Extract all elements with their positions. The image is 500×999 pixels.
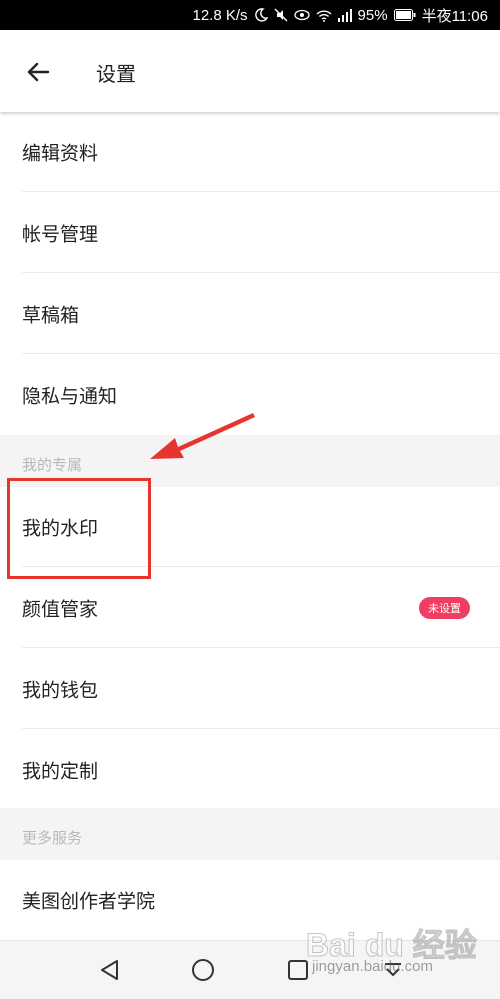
row-label: 编辑资料 bbox=[22, 142, 99, 165]
clock: 半夜11:06 bbox=[421, 7, 488, 25]
home-circle-icon[interactable] bbox=[188, 955, 218, 985]
network-speed: 12.8 K/s bbox=[192, 6, 248, 24]
status-badge: 未设置 bbox=[419, 597, 470, 619]
mute-icon bbox=[274, 8, 288, 22]
row-label: 颜值管家 bbox=[22, 598, 99, 621]
signal-icon bbox=[337, 8, 352, 22]
wifi-icon bbox=[316, 9, 332, 22]
battery-icon bbox=[393, 9, 416, 21]
divider bbox=[22, 647, 500, 648]
section-header-more-services: 更多服务 bbox=[0, 808, 500, 860]
row-my-watermark[interactable]: 我的水印 bbox=[0, 487, 500, 567]
divider bbox=[22, 566, 500, 567]
row-beauty-manager[interactable]: 颜值管家 未设置 bbox=[0, 568, 500, 648]
divider bbox=[22, 191, 500, 192]
row-label: 我的水印 bbox=[22, 517, 99, 540]
divider bbox=[22, 272, 500, 273]
recents-square-icon[interactable] bbox=[283, 955, 313, 985]
arrow-left-icon[interactable] bbox=[22, 56, 54, 88]
status-bar: 12.8 K/s 95% 半夜11:06 bbox=[0, 0, 500, 30]
divider bbox=[22, 728, 500, 729]
divider bbox=[22, 353, 500, 354]
row-creator-academy[interactable]: 美图创作者学院 bbox=[0, 860, 500, 940]
battery-percent: 95% bbox=[357, 6, 388, 24]
row-label: 我的钱包 bbox=[22, 679, 99, 702]
row-label: 草稿箱 bbox=[22, 304, 80, 327]
eye-icon bbox=[293, 9, 310, 21]
row-privacy-notifications[interactable]: 隐私与通知 bbox=[0, 355, 500, 435]
row-my-custom[interactable]: 我的定制 bbox=[0, 730, 500, 810]
row-my-wallet[interactable]: 我的钱包 bbox=[0, 649, 500, 729]
row-label: 帐号管理 bbox=[22, 223, 99, 246]
row-edit-profile[interactable]: 编辑资料 bbox=[0, 112, 500, 192]
section-label: 更多服务 bbox=[22, 829, 83, 847]
moon-icon bbox=[254, 8, 268, 22]
row-label: 美图创作者学院 bbox=[22, 890, 156, 913]
notification-down-icon[interactable] bbox=[378, 955, 408, 985]
row-label: 隐私与通知 bbox=[22, 385, 118, 408]
page-title: 设置 bbox=[96, 62, 136, 86]
section-label: 我的专属 bbox=[22, 456, 83, 474]
app-bar: 设置 bbox=[0, 30, 500, 112]
section-header-exclusive: 我的专属 bbox=[0, 435, 500, 487]
system-nav-bar bbox=[0, 940, 500, 999]
back-triangle-icon[interactable] bbox=[95, 955, 125, 985]
row-account-management[interactable]: 帐号管理 bbox=[0, 193, 500, 273]
row-drafts[interactable]: 草稿箱 bbox=[0, 274, 500, 354]
row-label: 我的定制 bbox=[22, 760, 99, 783]
